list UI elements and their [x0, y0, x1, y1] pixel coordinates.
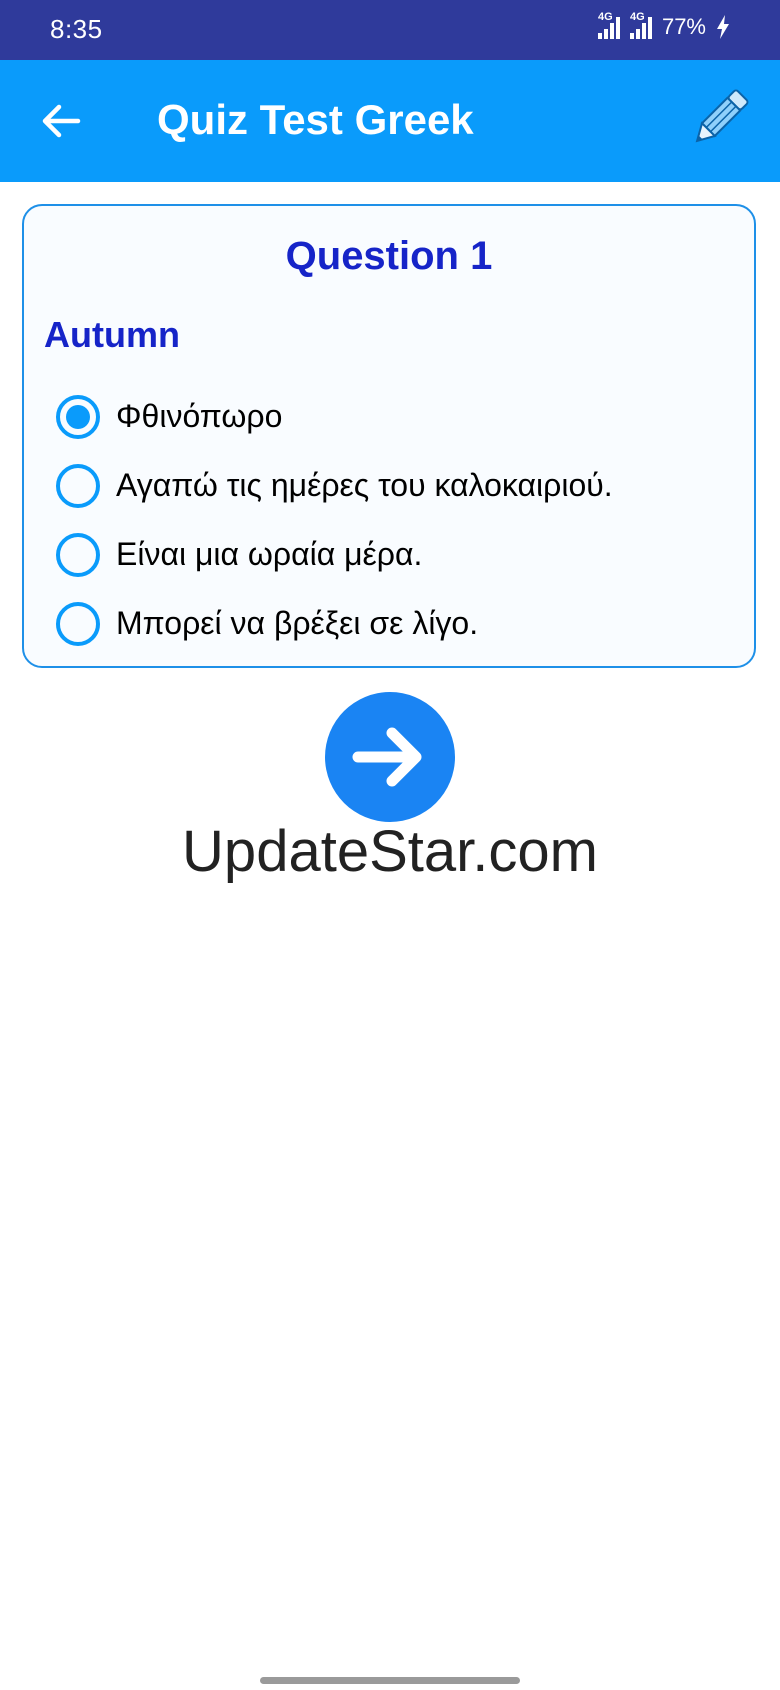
answer-option-label: Μπορεί να βρέξει σε λίγο. — [116, 605, 479, 641]
status-time: 8:35 — [50, 14, 103, 44]
answer-option[interactable]: Μπορεί να βρέξει σε λίγο. — [56, 589, 613, 658]
question-card: Question 1 Autumn Φθινόπωρο Αγαπώ τις ημ… — [22, 204, 756, 668]
next-button[interactable] — [325, 692, 455, 822]
radio-button-selected[interactable] — [56, 394, 100, 439]
status-bar: 8:35 4G 4G 77% — [0, 0, 780, 60]
question-word: Autumn — [44, 314, 180, 355]
answer-option-label: Είναι μια ωραία μέρα. — [116, 536, 423, 572]
radio-button[interactable] — [56, 463, 100, 508]
answer-option[interactable]: Αγαπώ τις ημέρες του καλοκαιριού. — [56, 451, 613, 520]
answer-option-label: Αγαπώ τις ημέρες του καλοκαιριού. — [116, 467, 613, 503]
back-arrow-icon[interactable] — [38, 98, 84, 144]
pencil-icon[interactable] — [688, 88, 750, 150]
answer-options: Φθινόπωρο Αγαπώ τις ημέρες του καλοκαιρι… — [56, 382, 613, 658]
home-indicator[interactable] — [260, 1677, 520, 1684]
radio-button[interactable] — [56, 532, 100, 577]
arrow-right-icon — [352, 727, 422, 787]
radio-button[interactable] — [56, 601, 100, 646]
signal-icon: 4G — [629, 11, 652, 39]
charging-bolt-icon — [717, 15, 729, 39]
signal-icon: 4G — [597, 11, 620, 39]
answer-option[interactable]: Φθινόπωρο — [56, 382, 613, 451]
question-title: Question 1 — [285, 234, 493, 278]
battery-percent: 77% — [661, 14, 706, 39]
app-bar: Quiz Test Greek — [0, 60, 780, 182]
answer-option-label: Φθινόπωρο — [116, 398, 283, 434]
network-type-label: 4G — [629, 11, 645, 23]
answer-option[interactable]: Είναι μια ωραία μέρα. — [56, 520, 613, 589]
status-icons: 4G 4G 77% — [597, 11, 730, 40]
watermark-text: UpdateStar.com — [182, 819, 598, 884]
page-title: Quiz Test Greek — [157, 96, 474, 143]
network-type-label: 4G — [597, 11, 613, 23]
